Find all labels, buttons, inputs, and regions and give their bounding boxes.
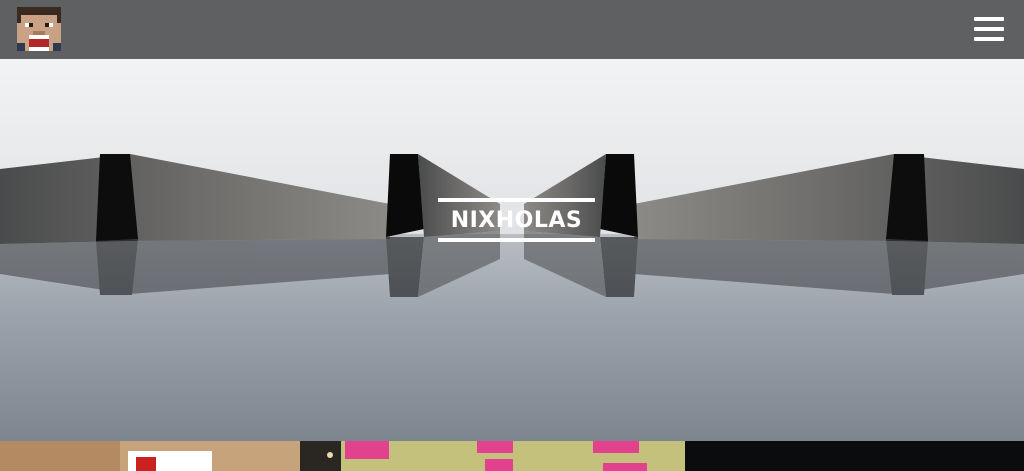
- site-title[interactable]: NIXHOLAS: [438, 198, 595, 242]
- photo-thumbnail-sticky-notes-icon: [341, 441, 685, 471]
- photo-thumbnail-red-sign-icon: [0, 441, 341, 471]
- thumbnail-2[interactable]: [341, 441, 685, 471]
- pixel-avatar-icon[interactable]: [17, 7, 61, 51]
- thumbnail-1[interactable]: [0, 441, 341, 471]
- photo-thumbnail-dark-icon: [685, 441, 1024, 471]
- thumbnail-3[interactable]: [685, 441, 1024, 471]
- thumbnail-strip: [0, 441, 1024, 471]
- hamburger-menu-icon[interactable]: [974, 17, 1004, 41]
- hero-banner: [0, 59, 1024, 441]
- site-title-text: NIXHOLAS: [450, 207, 583, 233]
- hero-background-photo: [0, 59, 1024, 441]
- top-navigation-bar: [0, 0, 1024, 59]
